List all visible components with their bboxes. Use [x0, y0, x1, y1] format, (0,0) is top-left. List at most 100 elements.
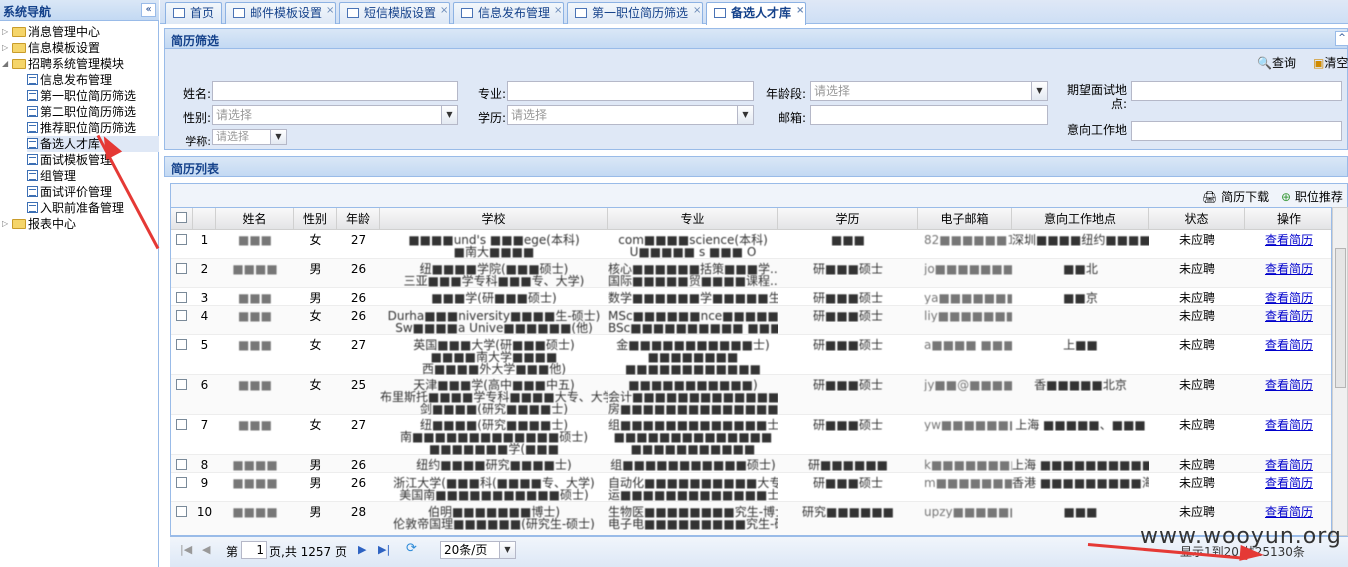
- gender-select[interactable]: 请选择 ▼: [212, 105, 458, 125]
- row-checkbox[interactable]: [176, 310, 187, 321]
- column-header-education[interactable]: 学历: [778, 208, 918, 230]
- tab-first-position-screening[interactable]: 第一职位简历筛选 ×: [567, 2, 703, 24]
- column-header-gender[interactable]: 性别: [294, 208, 337, 230]
- collapsed-arrow-icon[interactable]: ▷: [2, 40, 12, 56]
- collapse-panel-button[interactable]: ^: [1335, 31, 1348, 46]
- tab-info-publish[interactable]: 信息发布管理 ×: [453, 2, 564, 24]
- nav-item[interactable]: 第二职位简历筛选: [27, 104, 136, 120]
- table-row[interactable]: 7 ■■■ 女 27 纽■■■■(研究■■■■士) 南■■■■■■■■■■■■■硕士) ■■…: [171, 415, 1331, 455]
- nav-item[interactable]: 入职前准备管理: [27, 200, 124, 216]
- row-checkbox[interactable]: [176, 292, 187, 303]
- close-icon[interactable]: ×: [440, 1, 448, 21]
- page-number-input[interactable]: 1: [241, 541, 267, 559]
- view-resume-link[interactable]: 查看简历: [1265, 505, 1313, 518]
- cell-line: 电子电■■■■■■■■■究生-硕士): [608, 517, 778, 530]
- clear-button[interactable]: ▣清空: [1313, 54, 1348, 71]
- nav-item[interactable]: ▷ 信息模板设置: [2, 40, 100, 56]
- view-resume-link[interactable]: 查看简历: [1265, 378, 1313, 391]
- view-resume-link[interactable]: 查看简历: [1265, 338, 1313, 351]
- collapse-nav-button[interactable]: «: [141, 3, 156, 17]
- cell-school: 纽约■■■■研究■■■■士): [380, 455, 608, 471]
- page-size-select[interactable]: 20条/页 ▼: [440, 541, 516, 559]
- row-checkbox[interactable]: [176, 419, 187, 430]
- last-page-icon[interactable]: ▶|: [378, 543, 390, 556]
- nav-item[interactable]: ▷ 消息管理中心: [2, 24, 100, 40]
- table-row[interactable]: 6 ■■■ 女 25 天津■■■学(高中■■■中五) 布里斯托■■■■学专科■■■■大专、…: [171, 375, 1331, 415]
- select-all-checkbox[interactable]: [176, 212, 187, 223]
- expanded-arrow-icon[interactable]: ◢: [2, 56, 12, 72]
- chevron-down-icon[interactable]: ▼: [441, 106, 457, 124]
- first-page-icon[interactable]: |◀: [180, 543, 192, 556]
- column-header-action[interactable]: 操作: [1245, 208, 1331, 230]
- chevron-down-icon[interactable]: ▼: [499, 542, 515, 558]
- chevron-down-icon[interactable]: ▼: [737, 106, 753, 124]
- prev-page-icon[interactable]: ◀: [202, 543, 210, 556]
- scrollbar-thumb[interactable]: [1335, 248, 1346, 388]
- recommend-position-button[interactable]: ⊕ 职位推荐: [1281, 188, 1343, 205]
- query-button[interactable]: 🔍查询: [1257, 54, 1296, 71]
- edu-select[interactable]: 请选择 ▼: [507, 105, 754, 125]
- row-checkbox[interactable]: [176, 263, 187, 274]
- tab-email-template[interactable]: 邮件模板设置 ×: [225, 2, 336, 24]
- row-checkbox[interactable]: [176, 379, 187, 390]
- nav-item[interactable]: 面试评价管理: [27, 184, 112, 200]
- column-header-status[interactable]: 状态: [1149, 208, 1245, 230]
- row-checkbox[interactable]: [176, 477, 187, 488]
- name-input[interactable]: [212, 81, 458, 101]
- close-icon[interactable]: ×: [554, 1, 562, 21]
- nav-item[interactable]: 备选人才库: [27, 136, 159, 152]
- column-header-major[interactable]: 专业: [608, 208, 778, 230]
- column-header-age[interactable]: 年龄: [337, 208, 380, 230]
- view-resume-link[interactable]: 查看简历: [1265, 458, 1313, 471]
- view-resume-link[interactable]: 查看简历: [1265, 309, 1313, 322]
- chevron-down-icon[interactable]: ▼: [270, 130, 286, 144]
- degree-select[interactable]: 请选择 ▼: [212, 129, 287, 145]
- column-header-name[interactable]: 姓名: [216, 208, 294, 230]
- download-resume-button[interactable]: 🖨 简历下载: [1202, 188, 1269, 205]
- table-row[interactable]: 3 ■■■ 男 26 ■■■学(研■■■硕士) 数学■■■■■■学■■■■■生-... 研■…: [171, 288, 1331, 306]
- column-header-email[interactable]: 电子邮箱: [918, 208, 1012, 230]
- nav-item[interactable]: 组管理: [27, 168, 76, 184]
- table-row[interactable]: 5 ■■■ 女 27 英国■■■大学(研■■■硕士) ■■■■南大学■■■■ 西■■■■外大…: [171, 335, 1331, 375]
- collapsed-arrow-icon[interactable]: ▷: [2, 24, 12, 40]
- table-row[interactable]: 2 ■■■■ 男 26 纽■■■■学院(■■■硕士) 三亚■■■学专科■■■专、大学) 核心…: [171, 259, 1331, 288]
- tab-sms-template[interactable]: 短信模版设置 ×: [339, 2, 450, 24]
- table-row[interactable]: 4 ■■■ 女 26 Durha■■■niversity■■■■生-硕士) Sw■■■■a…: [171, 306, 1331, 335]
- refresh-icon[interactable]: ⟳: [406, 541, 417, 556]
- nav-item[interactable]: ◢ 招聘系统管理模块: [2, 56, 124, 72]
- row-checkbox[interactable]: [176, 506, 187, 517]
- chevron-down-icon[interactable]: ▼: [1031, 82, 1047, 100]
- collapsed-arrow-icon[interactable]: ▷: [2, 216, 12, 232]
- work-location-input[interactable]: [1131, 121, 1342, 141]
- view-resume-link[interactable]: 查看简历: [1265, 476, 1313, 489]
- tab-label: 邮件模板设置: [250, 6, 323, 20]
- row-checkbox[interactable]: [176, 339, 187, 350]
- view-resume-link[interactable]: 查看简历: [1265, 291, 1313, 304]
- table-row[interactable]: 8 ■■■■ 男 26 纽约■■■■研究■■■■士) 组■■■■■■■■■■■硕士) 研■■…: [171, 455, 1331, 473]
- grid-scrollbar[interactable]: [1332, 207, 1348, 536]
- table-row[interactable]: 1 ■■■ 女 27 ■■■■und's ■■■ege(本科) ■南大■■■■ com■■■…: [171, 230, 1331, 259]
- close-icon[interactable]: ×: [693, 1, 701, 21]
- expect-location-input[interactable]: [1131, 81, 1342, 101]
- next-page-icon[interactable]: ▶: [358, 543, 366, 556]
- nav-item[interactable]: 面试模板管理: [27, 152, 112, 168]
- tab-talent-pool[interactable]: 备选人才库 ×: [706, 2, 806, 25]
- major-input[interactable]: [507, 81, 754, 101]
- view-resume-link[interactable]: 查看简历: [1265, 418, 1313, 431]
- close-icon[interactable]: ×: [796, 1, 804, 21]
- view-resume-link[interactable]: 查看简历: [1265, 233, 1313, 246]
- column-header-school[interactable]: 学校: [380, 208, 608, 230]
- nav-item[interactable]: 第一职位简历筛选: [27, 88, 136, 104]
- table-row[interactable]: 9 ■■■■ 男 26 浙江大学(■■■科(■■■■专、大学) 美国南■■■■■■■■■■…: [171, 473, 1331, 502]
- row-checkbox[interactable]: [176, 234, 187, 245]
- row-checkbox[interactable]: [176, 459, 187, 470]
- nav-item[interactable]: ▷ 报表中心: [2, 216, 76, 232]
- email-input[interactable]: [810, 105, 1048, 125]
- age-select[interactable]: 请选择 ▼: [810, 81, 1048, 101]
- nav-item[interactable]: 推荐职位简历筛选: [27, 120, 136, 136]
- nav-item[interactable]: 信息发布管理: [27, 72, 112, 88]
- close-icon[interactable]: ×: [326, 1, 334, 21]
- view-resume-link[interactable]: 查看简历: [1265, 262, 1313, 275]
- column-header-work-location[interactable]: 意向工作地点: [1012, 208, 1149, 230]
- tab-home[interactable]: 首页: [165, 2, 222, 24]
